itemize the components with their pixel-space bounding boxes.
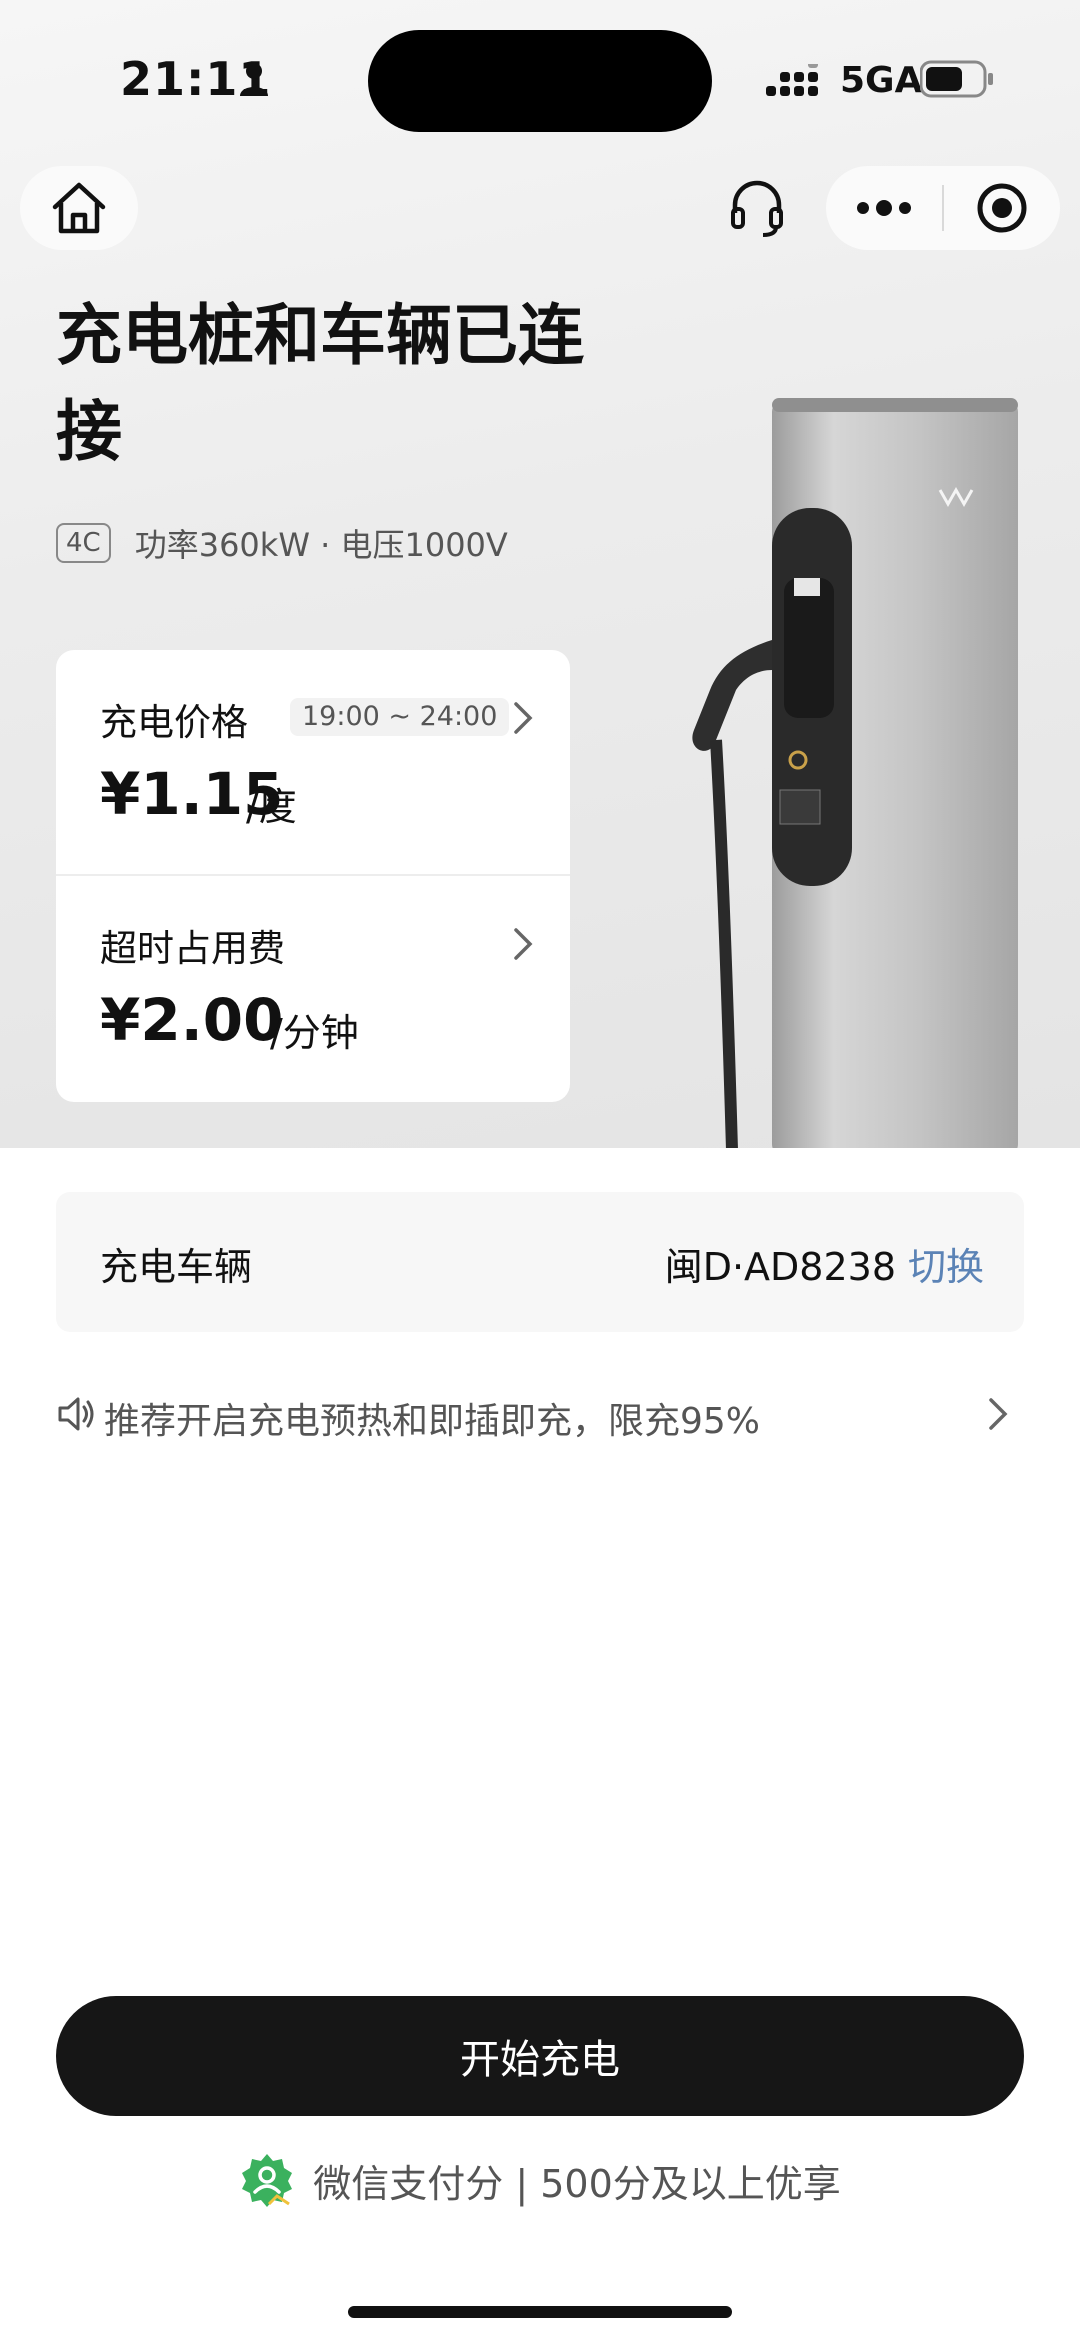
spec-text: 功率360kW · 电压1000V [134, 526, 508, 564]
headset-icon [731, 180, 783, 237]
overtime-fee-unit: /分钟 [270, 1011, 359, 1055]
home-icon [52, 182, 106, 234]
speaker-icon [58, 1397, 94, 1431]
tip-row[interactable]: 推荐开启充电预热和即插即充，限充95% [56, 1384, 1024, 1444]
tip-text: 推荐开启充电预热和即插即充，限充95% [104, 1401, 761, 1442]
overtime-fee-amount: ¥2.00 [100, 986, 284, 1054]
signal-icon [766, 64, 818, 96]
license-plate: 闽D·AD8238 [664, 1245, 896, 1289]
miniprogram-capsule [826, 166, 1060, 250]
target-close-icon [977, 183, 1027, 233]
time-range-chip: 19:00 ~ 24:00 [290, 698, 510, 736]
page-title: 充电桩和车辆已连接 [56, 297, 584, 470]
wechat-pay-score-text: 微信支付分 | 500分及以上优享 [313, 2161, 841, 2206]
chevron-right-icon [989, 1398, 1008, 1430]
network-label: 5GA [840, 60, 923, 101]
charger-illustration [692, 398, 1018, 1148]
person-icon [240, 63, 268, 96]
vehicle-label: 充电车辆 [100, 1245, 253, 1289]
charging-price-unit: /度 [246, 785, 297, 829]
more-button[interactable] [826, 166, 942, 250]
spec-row: 4C 功率360kW · 电压1000V [56, 520, 508, 566]
vehicle-card: 充电车辆 闽D·AD8238 切换 [56, 1192, 1024, 1332]
charging-price-row[interactable]: 充电价格 19:00 ~ 24:00 ¥1.15 /度 [56, 650, 570, 876]
hero-section: 21:11 5GA 充电桩和车辆已连接 4C 功率360kW · 电压1000V… [0, 0, 1080, 1148]
start-charging-button[interactable]: 开始充电 [56, 1996, 1024, 2116]
wechat-pay-score-icon [242, 2154, 293, 2207]
customer-service-button[interactable] [724, 176, 790, 242]
home-indicator [348, 2306, 732, 2318]
chevron-right-icon [514, 702, 533, 734]
chevron-right-icon [514, 928, 533, 960]
switch-vehicle-link[interactable]: 切换 [908, 1236, 984, 1291]
overtime-fee-row[interactable]: 超时占用费 ¥2.00 /分钟 [56, 876, 570, 1102]
overtime-fee-label: 超时占用费 [100, 927, 285, 970]
charging-rate-badge: 4C [56, 523, 111, 563]
battery-icon [920, 60, 993, 98]
wechat-pay-score-row: 微信支付分 | 500分及以上优享 [0, 2150, 1080, 2210]
dynamic-island [368, 30, 712, 132]
price-card: 充电价格 19:00 ~ 24:00 ¥1.15 /度 超时占用费 ¥2.00 … [56, 650, 570, 1102]
close-miniprogram-button[interactable] [944, 166, 1060, 250]
home-button[interactable] [20, 166, 138, 250]
more-dots-icon [857, 200, 911, 216]
charging-price-label: 充电价格 [100, 701, 248, 744]
